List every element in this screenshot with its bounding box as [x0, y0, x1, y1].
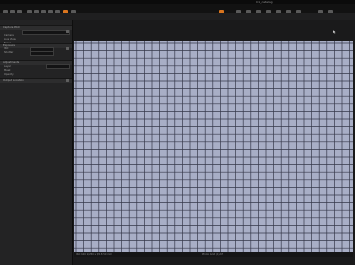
- panel-menu-icon[interactable]: [66, 79, 69, 82]
- panel-menu-icon[interactable]: [66, 47, 69, 50]
- grid-paper: [74, 41, 353, 252]
- viewer-footer: [73, 257, 355, 265]
- camera-select[interactable]: [22, 29, 70, 35]
- tool-sidebar: Capture Pilot Camera Live View Focus Exp…: [0, 20, 73, 265]
- panel-row-label: Live View: [4, 38, 16, 41]
- shutter-field[interactable]: [30, 51, 54, 56]
- panel-row-label: Mask: [4, 69, 11, 72]
- mouse-pointer-icon: [333, 30, 337, 34]
- panel-title: Capture Pilot: [3, 26, 20, 29]
- panel-row-label: Opacity: [4, 73, 14, 76]
- app-window: C1_catalog Capture Pilot Camera Live Vie…: [0, 0, 355, 265]
- panel-title: Output Location: [3, 79, 24, 82]
- layer-select[interactable]: [46, 64, 70, 69]
- image-canvas[interactable]: [74, 41, 353, 252]
- grid-image: [74, 41, 353, 252]
- panel-menu-icon[interactable]: [66, 30, 69, 33]
- panel-row-label: ISO: [4, 47, 9, 50]
- panel-row-label: Layer: [4, 65, 11, 68]
- main-toolbar: [0, 4, 355, 15]
- panel-row-label: Shutter: [4, 51, 14, 54]
- panel-row-label: Camera: [4, 34, 14, 37]
- panel-header-output[interactable]: Output Location: [0, 78, 72, 83]
